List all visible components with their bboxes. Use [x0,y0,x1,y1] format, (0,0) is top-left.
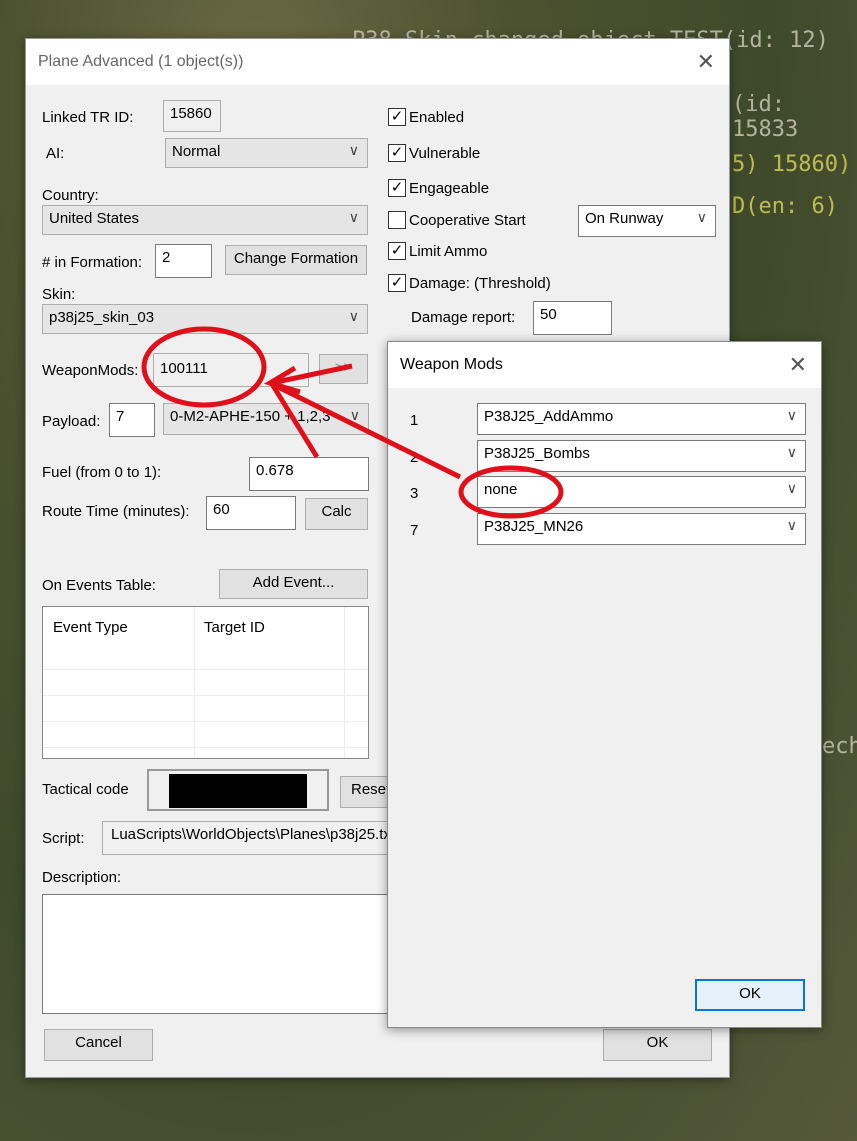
description-label: Description: [42,869,122,886]
skin-label: Skin: [42,286,76,303]
fuel-label: Fuel (from 0 to 1): [42,464,162,481]
cancel-button[interactable]: Cancel [44,1029,153,1061]
payload-select[interactable]: 0-M2-APHE-150 + 1,2,3 [163,403,369,435]
checkbox-label: Enabled [409,108,465,126]
linked-tr-label: Linked TR ID: [42,109,134,126]
weapon-mods-dialog: Weapon Mods ✕ 1 P38J25_AddAmmo 2 P38J25_… [387,341,822,1028]
checkbox-damage-threshold[interactable]: ✓ Damage: (Threshold) [388,274,551,292]
checkbox-enabled[interactable]: ✓ Enabled [388,108,464,126]
bg-label: 5) 15860) [732,152,852,177]
check-icon: ✓ [388,108,406,126]
ai-select[interactable]: Normal [165,138,368,168]
mod-slot-select[interactable]: P38J25_AddAmmo [477,403,806,435]
checkbox-label: Cooperative Start [409,211,526,229]
checkbox-label: Damage: (Threshold) [409,274,551,292]
events-table[interactable]: Event Type Target ID [42,606,369,759]
script-field[interactable]: LuaScripts\WorldObjects\Planes\p38j25.tx… [102,821,392,855]
checkbox-label: Limit Ammo [409,242,488,260]
description-field[interactable] [42,894,392,1014]
start-type-select[interactable]: On Runway [578,205,716,237]
add-event-button[interactable]: Add Event... [219,569,368,599]
country-label: Country: [42,187,99,204]
weaponmods-field[interactable]: 100111 [153,353,309,387]
mod-slot-select[interactable]: P38J25_Bombs [477,440,806,472]
close-icon[interactable]: ✕ [697,49,715,75]
script-label: Script: [42,830,85,847]
damage-report-field[interactable]: 50 [533,301,612,335]
tactical-code-label: Tactical code [42,781,129,798]
check-icon: ✓ [388,144,406,162]
mod-slot-number: 1 [410,412,419,429]
checkbox-limit-ammo[interactable]: ✓ Limit Ammo [388,242,487,260]
checkbox-cooperative-start[interactable]: Cooperative Start [388,211,526,229]
payload-label: Payload: [42,413,101,430]
formation-field[interactable]: 2 [155,244,212,278]
checkbox-vulnerable[interactable]: ✓ Vulnerable [388,144,480,162]
route-time-field[interactable]: 60 [206,496,296,530]
mod-slot-number: 3 [410,485,419,502]
weapon-mods-open-button[interactable]: >> [319,354,368,384]
bg-label: ech [822,734,857,759]
bg-label: (id: 15833 [732,92,799,142]
ok-button[interactable]: OK [603,1029,712,1061]
tactical-code-swatch[interactable] [147,769,329,811]
skin-select[interactable]: p38j25_skin_03 [42,304,368,334]
dialog-title: Plane Advanced (1 object(s)) [38,53,244,70]
payload-field[interactable]: 7 [109,403,155,437]
check-icon: ✓ [388,242,406,260]
weaponmods-label: WeaponMods: [42,362,139,379]
check-icon: ✓ [388,179,406,197]
checkbox-engageable[interactable]: ✓ Engageable [388,179,489,197]
mod-slot-select[interactable]: none [477,476,806,508]
close-icon[interactable]: ✕ [789,352,807,378]
bg-label: D(en: 6) [732,194,838,219]
weapon-mods-ok-button[interactable]: OK [695,979,805,1011]
calc-button[interactable]: Calc [305,498,368,530]
route-time-label: Route Time (minutes): [42,503,190,520]
column-header-target-id[interactable]: Target ID [204,619,265,636]
check-icon: ✓ [388,274,406,292]
checkbox-label: Vulnerable [409,144,481,162]
formation-label: # in Formation: [42,254,143,271]
title-bar: Plane Advanced (1 object(s)) ✕ [26,39,729,85]
change-formation-button[interactable]: Change Formation [225,245,367,275]
mod-slot-number: 7 [410,522,419,539]
country-select[interactable]: United States [42,205,368,235]
damage-report-label: Damage report: [411,309,516,326]
checkbox-label: Engageable [409,179,490,197]
fuel-field[interactable]: 0.678 [249,457,369,491]
title-bar: Weapon Mods ✕ [388,342,821,388]
ai-label: AI: [46,145,65,162]
column-header-event-type[interactable]: Event Type [53,619,128,636]
dialog-title: Weapon Mods [400,356,503,373]
linked-tr-field[interactable]: 15860 [163,100,221,132]
mod-slot-select[interactable]: P38J25_MN26 [477,513,806,545]
mod-slot-number: 2 [410,449,419,466]
events-label: On Events Table: [42,577,156,594]
